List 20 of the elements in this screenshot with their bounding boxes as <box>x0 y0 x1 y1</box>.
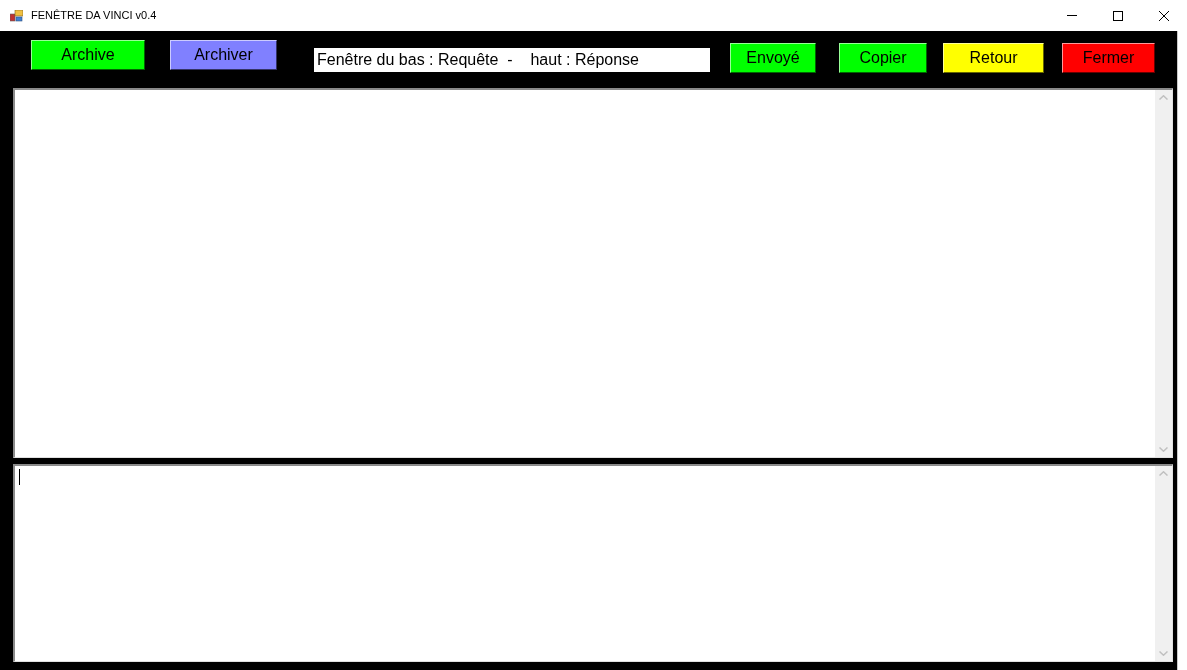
toolbar-button[interactable]: Archiver <box>170 40 277 70</box>
scrollbar[interactable] <box>1155 466 1172 661</box>
toolbar-button[interactable]: Archive <box>31 40 145 70</box>
window-title: FENÊTRE DA VINCI v0.4 <box>31 10 157 21</box>
toolbar-button[interactable]: Retour <box>943 43 1044 73</box>
request-text-area[interactable] <box>13 464 1173 662</box>
scroll-down-icon[interactable] <box>1159 447 1168 452</box>
info-field[interactable]: Fenêtre du bas : Requête - haut : Réponse <box>314 48 710 72</box>
toolbar-button[interactable]: Copier <box>839 43 927 73</box>
toolbar-button[interactable]: Fermer <box>1062 43 1155 73</box>
scroll-up-icon[interactable] <box>1159 95 1168 100</box>
scroll-down-icon[interactable] <box>1159 651 1168 656</box>
toolbar-button[interactable]: Envoyé <box>730 43 816 73</box>
close-icon <box>1159 10 1169 21</box>
maximize-icon <box>1113 10 1123 21</box>
app-icon <box>10 9 23 22</box>
scrollbar[interactable] <box>1155 90 1172 457</box>
scroll-up-icon[interactable] <box>1159 471 1168 476</box>
response-text-area[interactable] <box>13 88 1173 458</box>
minimize-icon <box>1067 15 1077 16</box>
